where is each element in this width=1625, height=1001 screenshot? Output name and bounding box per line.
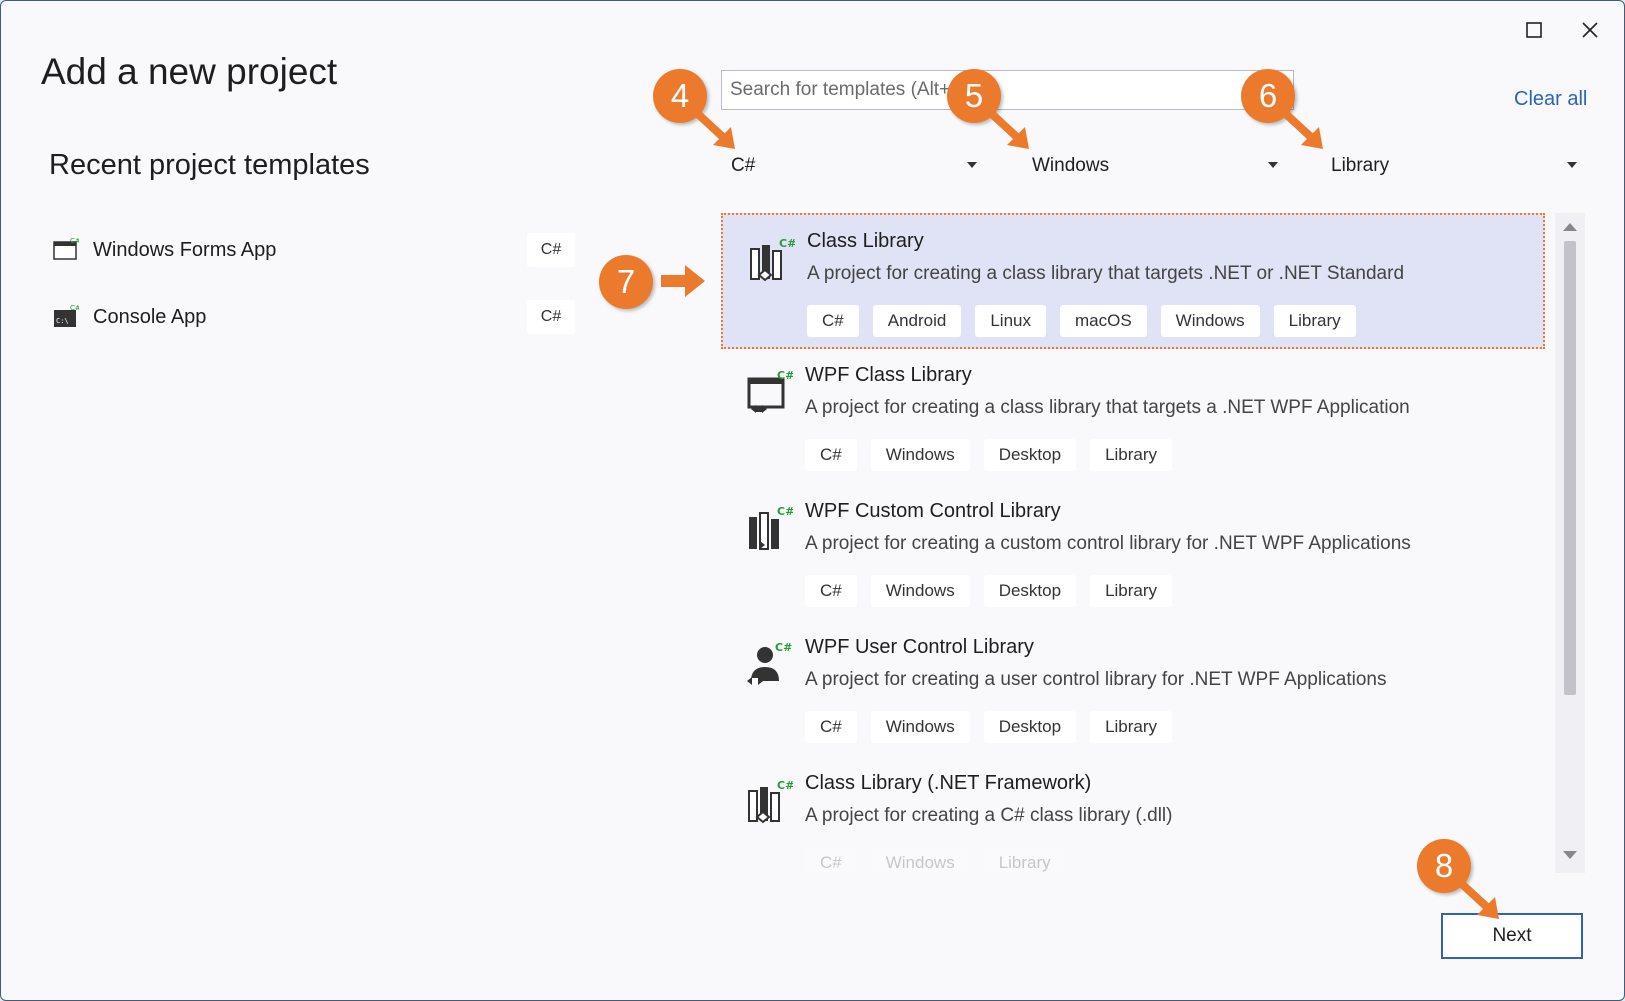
- tag: Android: [872, 305, 962, 337]
- tag: Library: [1090, 711, 1173, 743]
- tag: C#: [805, 711, 857, 743]
- template-item-wpf-class-library[interactable]: C# WPF Class Library A project for creat…: [721, 349, 1545, 485]
- recent-item-label: Console App: [93, 305, 207, 328]
- platform-filter-value: Windows: [1032, 155, 1110, 176]
- svg-text:C:\: C:\: [56, 317, 69, 325]
- template-item-wpf-custom-control-library[interactable]: C# WPF Custom Control Library A project …: [721, 485, 1545, 621]
- page-title: Add a new project: [41, 51, 338, 92]
- scroll-up-icon[interactable]: [1563, 223, 1577, 231]
- dialog-window: Add a new project Recent project templat…: [0, 0, 1625, 1001]
- platform-filter-dropdown[interactable]: Windows: [1022, 146, 1284, 186]
- template-item-class-library[interactable]: C# Class Library A project for creating …: [721, 213, 1545, 349]
- template-name: Class Library (.NET Framework): [805, 772, 1092, 794]
- language-filter-value: C#: [731, 155, 756, 176]
- tag: Library: [983, 847, 1066, 873]
- windows-forms-icon: C#: [53, 237, 79, 260]
- clear-all-link[interactable]: Clear all: [1514, 88, 1587, 111]
- template-description: A project for creating a class library t…: [807, 263, 1405, 284]
- class-library-icon: C#: [750, 237, 795, 282]
- arrow-icon: [989, 111, 1029, 149]
- maximize-icon: [1526, 22, 1542, 38]
- scroll-thumb[interactable]: [1564, 241, 1576, 695]
- template-name: WPF User Control Library: [805, 636, 1034, 658]
- template-tags: C# Windows Desktop Library: [805, 575, 1173, 607]
- tag: Windows: [870, 575, 970, 607]
- recent-item-windows-forms-app[interactable]: C# Windows Forms App C#: [53, 228, 575, 272]
- project-type-filter-dropdown[interactable]: Library: [1321, 146, 1583, 186]
- class-library-framework-icon: C#: [748, 779, 793, 824]
- template-tags: C# Windows Desktop Library: [805, 439, 1173, 471]
- project-type-filter-value: Library: [1331, 155, 1390, 176]
- svg-text:C#: C#: [779, 237, 795, 250]
- svg-text:C#: C#: [775, 641, 792, 654]
- console-icon: C:\ C#: [54, 304, 79, 327]
- template-description: A project for creating a custom control …: [805, 533, 1411, 554]
- tag: C#: [807, 305, 859, 337]
- wpf-user-control-library-icon: C#: [747, 641, 792, 685]
- tag: Library: [1090, 575, 1173, 607]
- language-badge: C#: [527, 300, 575, 334]
- search-placeholder: Search for templates (Alt+S): [730, 79, 970, 100]
- chevron-down-icon: [967, 162, 977, 168]
- step-marker-7: 7: [599, 255, 653, 309]
- wpf-custom-control-library-icon: C#: [749, 505, 793, 550]
- tag: Windows: [870, 847, 970, 873]
- tag: Linux: [975, 305, 1046, 337]
- close-button[interactable]: [1575, 15, 1605, 45]
- tag: C#: [805, 575, 857, 607]
- tag: Desktop: [983, 711, 1077, 743]
- template-tags: C# Android Linux macOS Windows Library: [807, 305, 1356, 337]
- recent-item-label: Windows Forms App: [93, 238, 277, 261]
- tag: Windows: [1160, 305, 1260, 337]
- svg-text:C#: C#: [777, 369, 793, 382]
- template-list-scrollbar[interactable]: [1555, 213, 1585, 873]
- chevron-down-icon: [1268, 162, 1278, 168]
- svg-text:C#: C#: [70, 237, 79, 245]
- chevron-down-icon: [1567, 162, 1577, 168]
- tag: Library: [1090, 439, 1173, 471]
- template-name: WPF Custom Control Library: [805, 500, 1061, 522]
- svg-text:C#: C#: [70, 304, 79, 312]
- wpf-class-library-icon: C#: [747, 369, 793, 413]
- template-description: A project for creating a user control li…: [805, 669, 1387, 690]
- language-filter-dropdown[interactable]: C#: [721, 146, 983, 186]
- tag: Desktop: [983, 439, 1077, 471]
- arrow-icon: [1283, 111, 1323, 149]
- tag: C#: [805, 439, 857, 471]
- scroll-down-icon[interactable]: [1563, 851, 1577, 859]
- arrow-icon: [1459, 881, 1499, 919]
- template-name: Class Library: [807, 230, 924, 252]
- recent-templates-heading: Recent project templates: [49, 149, 370, 181]
- tag: Windows: [870, 711, 970, 743]
- arrow-icon: [695, 111, 735, 149]
- close-icon: [1582, 22, 1598, 38]
- template-name: WPF Class Library: [805, 364, 972, 386]
- template-item-wpf-user-control-library[interactable]: C# WPF User Control Library A project fo…: [721, 621, 1545, 757]
- template-list: C# Class Library A project for creating …: [721, 213, 1589, 873]
- svg-text:C#: C#: [777, 779, 793, 792]
- template-description: A project for creating a class library t…: [805, 397, 1410, 418]
- template-description: A project for creating a C# class librar…: [805, 805, 1173, 826]
- tag: C#: [805, 847, 857, 873]
- tag: Desktop: [983, 575, 1077, 607]
- tag: Windows: [870, 439, 970, 471]
- language-badge: C#: [527, 233, 575, 267]
- tag: macOS: [1059, 305, 1147, 337]
- maximize-button[interactable]: [1519, 15, 1549, 45]
- arrow-icon: [661, 265, 705, 297]
- template-search-input[interactable]: Search for templates (Alt+S): [721, 70, 1294, 110]
- template-tags: C# Windows Library: [805, 847, 1066, 873]
- svg-text:C#: C#: [777, 505, 793, 518]
- template-tags: C# Windows Desktop Library: [805, 711, 1173, 743]
- recent-item-console-app[interactable]: C:\ C# Console App C#: [53, 295, 575, 339]
- tag: Library: [1273, 305, 1356, 337]
